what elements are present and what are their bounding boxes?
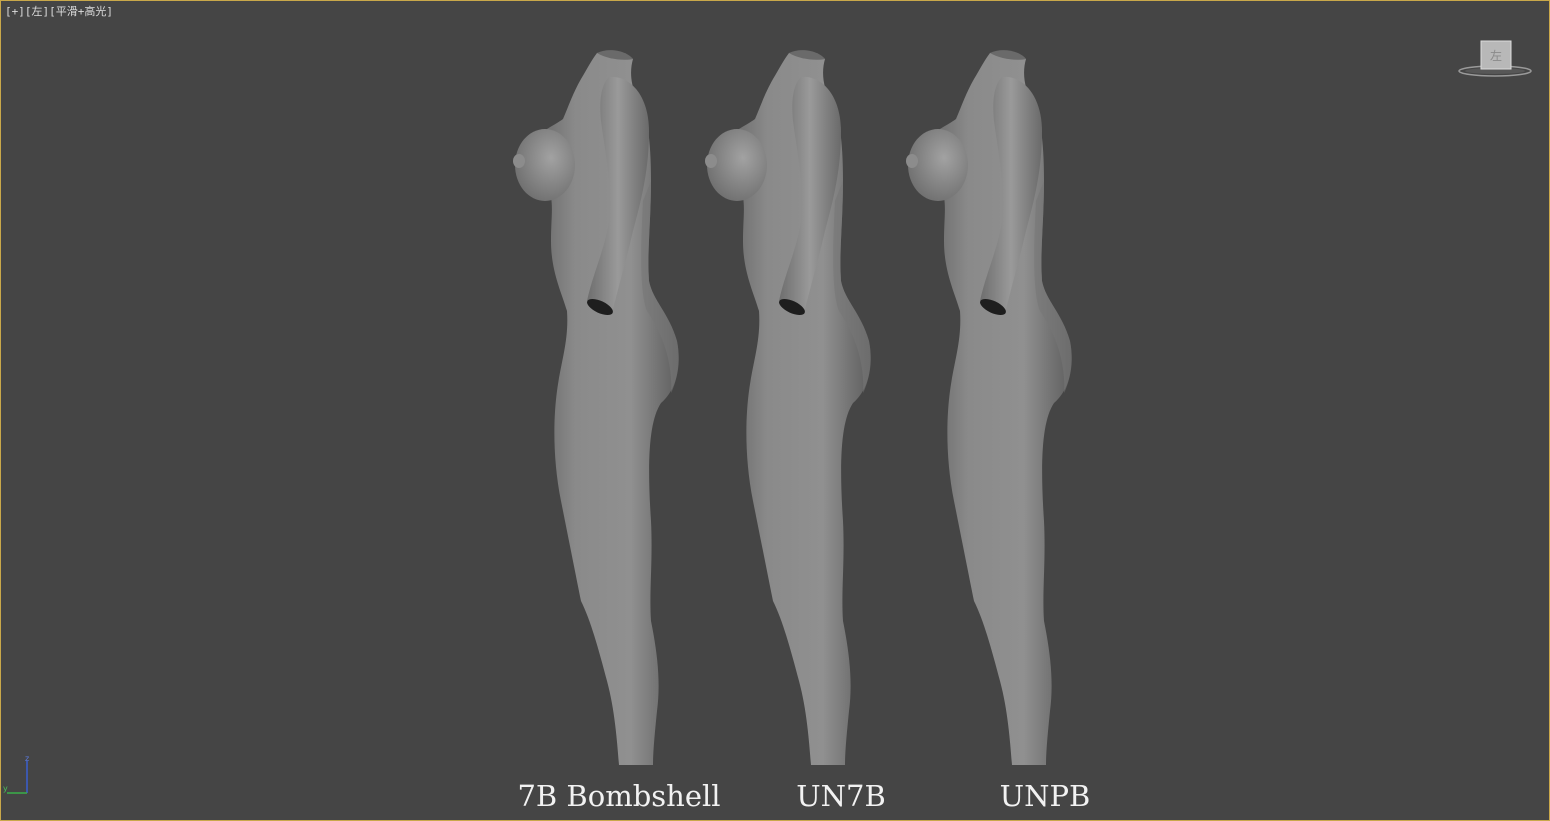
model-7b-bombshell[interactable] [513, 50, 679, 766]
viewport-left[interactable]: [+][左][平滑+高光] 7B Bombshell UN7B UNPB 左 z… [0, 0, 1550, 821]
viewcube-face-label: 左 [1490, 48, 1502, 63]
model-caption-un7b: UN7B [796, 779, 886, 813]
axis-tripod-icon: z y [3, 754, 29, 794]
model-un7b[interactable] [705, 50, 871, 766]
axis-z-label: z [25, 754, 29, 763]
model-caption-7b-bombshell: 7B Bombshell [517, 779, 721, 813]
viewcube-icon[interactable]: 左 [1457, 37, 1533, 81]
model-unpb[interactable] [906, 50, 1072, 766]
scene-figures [513, 50, 1072, 766]
axis-y-label: y [3, 784, 8, 793]
model-caption-unpb: UNPB [999, 779, 1091, 813]
